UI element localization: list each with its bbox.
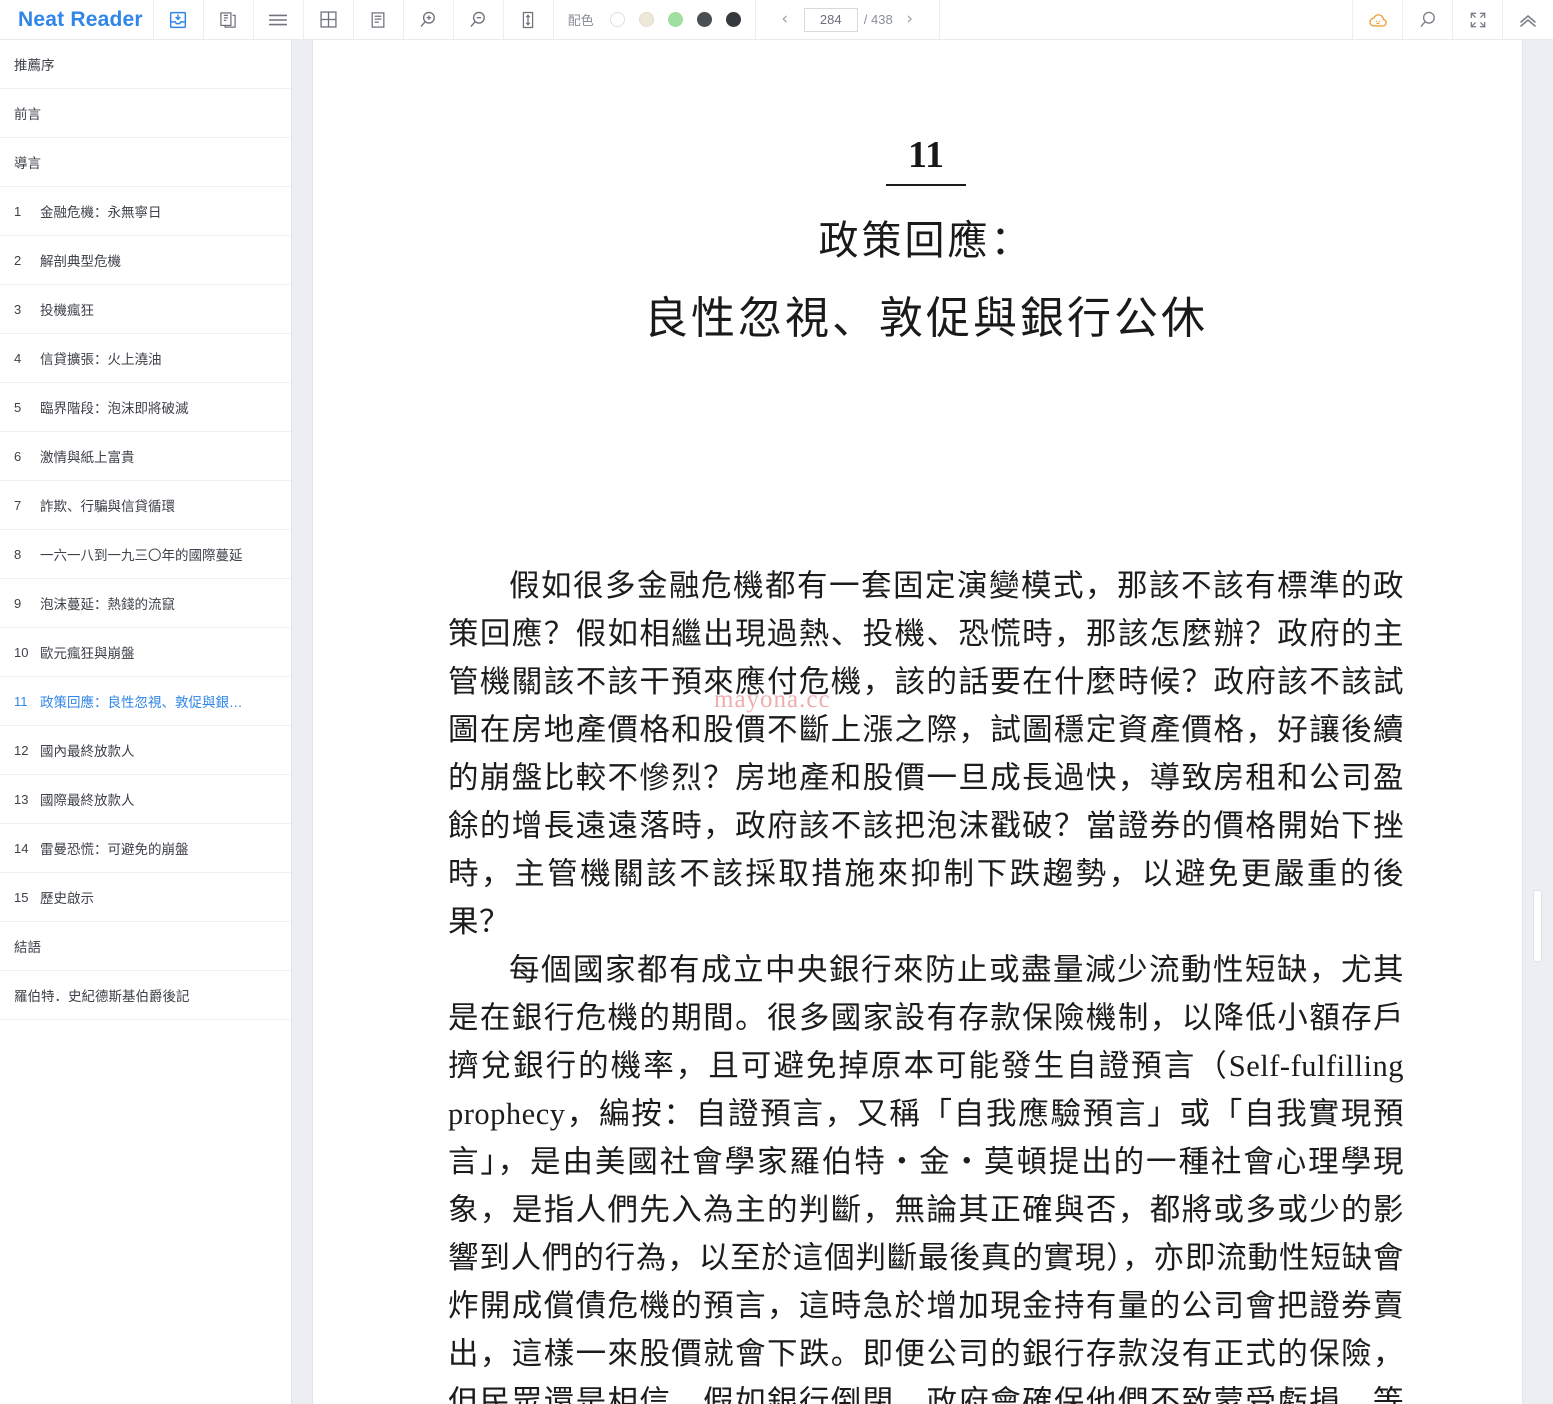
swatch-green[interactable] [667, 12, 683, 27]
sidebar-item-label: 國內最終放款人 [40, 744, 135, 759]
sidebar-item-number: 2 [14, 252, 22, 268]
sidebar-item-label: 雷曼恐慌：可避免的崩盤 [40, 842, 189, 857]
page-navigator: ‹ 284 / 438 › [756, 0, 940, 40]
toolbar-right-group [1353, 0, 1553, 40]
sidebar-item-label: 信貸擴張：火上澆油 [40, 352, 162, 367]
sidebar-item-18[interactable]: 結語 [0, 922, 291, 971]
sidebar-item-number: 15 [14, 889, 29, 905]
sidebar-item-number: 3 [14, 301, 22, 317]
line-height-icon[interactable] [504, 0, 554, 40]
sidebar-item-label: 歷史啟示 [40, 891, 94, 906]
sidebar-item-label: 國際最終放款人 [40, 793, 135, 808]
paragraph-2: 每個國家都有成立中央銀行來防止或盡量減少流動性短缺，尤其是在銀行危機的期間。很多… [448, 953, 1404, 1404]
sidebar-item-11[interactable]: 9 泡沫蔓延：熱錢的流竄 [0, 579, 291, 628]
prev-page-button[interactable]: ‹ [772, 11, 798, 28]
page-number-input[interactable]: 284 [803, 7, 858, 32]
sidebar-item-12[interactable]: 10 歐元瘋狂與崩盤 [0, 628, 291, 677]
sidebar-item-label: 推薦序 [14, 58, 55, 73]
swatch-black[interactable] [725, 12, 741, 27]
swatch-white[interactable] [609, 12, 625, 27]
sidebar-item-10[interactable]: 8 一六一八到一九三〇年的國際蔓延 [0, 530, 291, 579]
zoom-out-icon[interactable] [454, 0, 504, 40]
chapter-title-line-1: 政策回應： [818, 218, 1034, 263]
book-page: 11 政策回應： 良性忽視、敦促與銀行公休 假如很多金融危機都有一套固定演變模式… [314, 40, 1522, 1404]
sidebar-item-label: 羅伯特．史紀德斯基伯爵後記 [14, 989, 190, 1004]
chapter-number: 11 [886, 136, 966, 186]
chapter-heading: 11 政策回應： 良性忽視、敦促與銀行公休 [448, 40, 1404, 346]
sidebar-item-2[interactable]: 導言 [0, 138, 291, 187]
total-pages-label: / 438 [863, 12, 893, 27]
sidebar-item-19[interactable]: 羅伯特．史紀德斯基伯爵後記 [0, 971, 291, 1020]
reader-app: Neat Reader 配色 ‹ 284 / 438 › 推薦序 前言 導言 1… [0, 0, 1553, 1404]
paragraph-1: 假如很多金融危機都有一套固定演變模式，那該不該有標準的政策回應？假如相繼出現過熱… [448, 569, 1404, 939]
sidebar-item-9[interactable]: 7 詐欺、行騙與信貸循環 [0, 481, 291, 530]
sidebar-divider-strip[interactable] [291, 40, 313, 1404]
sidebar-item-number: 10 [14, 644, 29, 660]
toolbar-spacer [940, 0, 1353, 40]
sidebar-item-4[interactable]: 2 解剖典型危機 [0, 236, 291, 285]
book-content-pane: 11 政策回應： 良性忽視、敦促與銀行公休 假如很多金融危機都有一套固定演變模式… [314, 40, 1522, 1404]
sidebar-item-label: 投機瘋狂 [40, 303, 94, 318]
fullscreen-icon[interactable] [1453, 0, 1503, 40]
sidebar-item-7[interactable]: 5 臨界階段：泡沫即將破滅 [0, 383, 291, 432]
sidebar-item-label: 臨界階段：泡沫即將破滅 [40, 401, 189, 416]
content-vertical-scrollbar[interactable] [1522, 40, 1553, 1404]
app-brand[interactable]: Neat Reader [0, 0, 154, 40]
sidebar-item-label: 解剖典型危機 [40, 254, 121, 269]
table-of-contents-sidebar[interactable]: 推薦序 前言 導言 1 金融危機：永無寧日 2 解剖典型危機 3 投機瘋狂 4 … [0, 40, 291, 1404]
palette-label: 配色 [567, 13, 594, 28]
sidebar-item-5[interactable]: 3 投機瘋狂 [0, 285, 291, 334]
chapter-title-line-2: 良性忽視、敦促與銀行公休 [644, 294, 1208, 343]
sidebar-item-label: 歐元瘋狂與崩盤 [40, 646, 135, 661]
sidebar-item-15[interactable]: 13 國際最終放款人 [0, 775, 291, 824]
sidebar-item-number: 13 [14, 791, 29, 807]
sidebar-item-number: 14 [14, 840, 29, 856]
copy-icon[interactable] [204, 0, 254, 40]
sidebar-item-0[interactable]: 推薦序 [0, 40, 291, 89]
sidebar-item-label: 政策回應：良性忽視、敦促與銀… [40, 695, 243, 710]
sidebar-item-number: 7 [14, 497, 22, 513]
sidebar-item-3[interactable]: 1 金融危機：永無寧日 [0, 187, 291, 236]
notes-icon[interactable] [354, 0, 404, 40]
sidebar-item-label: 結語 [14, 940, 41, 955]
sidebar-item-number: 8 [14, 546, 22, 562]
zoom-in-icon[interactable] [404, 0, 454, 40]
sidebar-item-number: 12 [14, 742, 29, 758]
chapter-body: 假如很多金融危機都有一套固定演變模式，那該不該有標準的政策回應？假如相繼出現過熱… [448, 562, 1404, 1404]
collapse-up-icon[interactable] [1503, 0, 1553, 40]
sidebar-item-label: 詐欺、行騙與信貸循環 [40, 499, 175, 514]
sidebar-item-14[interactable]: 12 國內最終放款人 [0, 726, 291, 775]
swatch-dark-gray[interactable] [696, 12, 712, 27]
hamburger-menu-icon[interactable] [254, 0, 304, 40]
color-palette: 配色 [554, 0, 756, 40]
sidebar-item-label: 金融危機：永無寧日 [40, 205, 162, 220]
sidebar-item-number: 9 [14, 595, 22, 611]
scrollbar-thumb[interactable] [1533, 890, 1542, 962]
grid-layout-icon[interactable] [304, 0, 354, 40]
top-toolbar: Neat Reader 配色 ‹ 284 / 438 › [0, 0, 1553, 40]
swatch-cream[interactable] [638, 12, 654, 27]
sidebar-item-number: 1 [14, 203, 22, 219]
sidebar-item-1[interactable]: 前言 [0, 89, 291, 138]
sidebar-item-label: 激情與紙上富貴 [40, 450, 135, 465]
sidebar-item-number: 11 [14, 693, 28, 709]
sidebar-item-label: 一六一八到一九三〇年的國際蔓延 [40, 548, 243, 563]
cloud-sync-icon[interactable] [1353, 0, 1403, 40]
sidebar-item-13-active[interactable]: 11 政策回應：良性忽視、敦促與銀… [0, 677, 291, 726]
sidebar-item-6[interactable]: 4 信貸擴張：火上澆油 [0, 334, 291, 383]
sidebar-item-number: 4 [14, 350, 22, 366]
save-to-library-icon[interactable] [154, 0, 204, 40]
sidebar-item-label: 泡沫蔓延：熱錢的流竄 [40, 597, 175, 612]
search-icon[interactable] [1403, 0, 1453, 40]
next-page-button[interactable]: › [897, 11, 923, 28]
sidebar-item-17[interactable]: 15 歷史啟示 [0, 873, 291, 922]
sidebar-item-label: 前言 [14, 107, 41, 122]
sidebar-item-8[interactable]: 6 激情與紙上富貴 [0, 432, 291, 481]
sidebar-item-number: 5 [14, 399, 22, 415]
sidebar-item-label: 導言 [14, 156, 41, 171]
sidebar-item-number: 6 [14, 448, 22, 464]
sidebar-item-16[interactable]: 14 雷曼恐慌：可避免的崩盤 [0, 824, 291, 873]
